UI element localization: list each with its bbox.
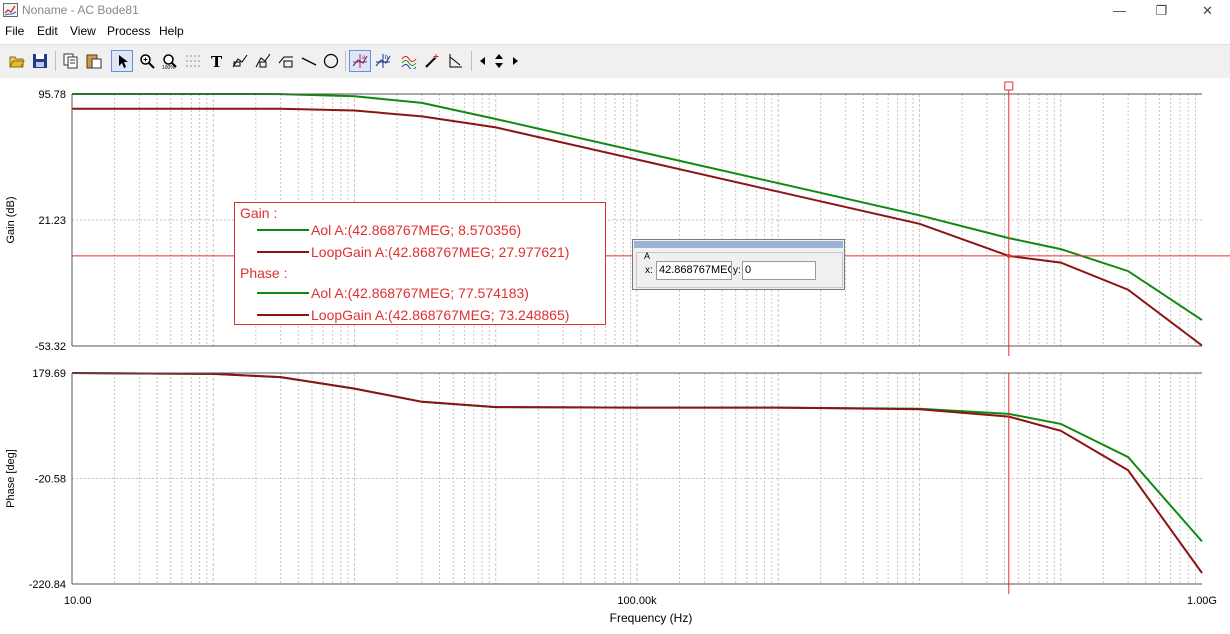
right-arrow-icon[interactable] [507, 50, 521, 72]
label-icon[interactable] [229, 50, 251, 72]
window-title: Noname - AC Bode81 [22, 3, 139, 17]
cursor-y-field[interactable]: 0 [742, 261, 816, 280]
svg-text:T: T [211, 53, 223, 69]
gain-ytick-label: -53.32 [35, 341, 66, 353]
legend-aol-phase-swatch [257, 292, 309, 294]
phase-ytick-label: 179.69 [32, 368, 66, 380]
curves-icon[interactable] [398, 50, 420, 72]
label3-icon[interactable] [275, 50, 297, 72]
circle-icon[interactable] [320, 50, 342, 72]
restore-button[interactable]: ❐ [1139, 0, 1184, 22]
zoom-fit-icon[interactable]: 100% [159, 50, 181, 72]
legend-loop-gain-swatch [257, 251, 309, 253]
updown-icon[interactable] [489, 50, 507, 72]
phase-ytick-label: -20.58 [35, 474, 66, 486]
close-button[interactable]: ✕ [1185, 0, 1230, 22]
bode-plot-svg[interactable]: 95.78 21.23 -53.32 179.69 -20.58 -220.84 10.00… [0, 78, 1230, 629]
menu-view[interactable]: View [70, 24, 96, 38]
left-arrow-icon[interactable] [475, 50, 489, 72]
toolbar-separator [471, 51, 472, 71]
gain-ylabel: Gain (dB) [5, 196, 17, 243]
minimize-button[interactable]: — [1097, 0, 1142, 22]
title-bar: Noname - AC Bode81 — ❐ ✕ [0, 0, 1230, 22]
line-icon[interactable] [298, 50, 320, 72]
legend-box[interactable]: Gain : Aol A:(42.868767MEG; 8.570356) Lo… [234, 202, 606, 325]
legend-aol-gain: Aol A:(42.868767MEG; 8.570356) [311, 222, 522, 238]
open-icon[interactable] [6, 50, 28, 72]
cursor-point [1006, 253, 1011, 258]
toolbar-separator [55, 51, 56, 71]
menu-edit[interactable]: Edit [37, 24, 58, 38]
phase-ylabel: Phase [deg] [5, 449, 17, 508]
legend-aol-gain-swatch [257, 229, 309, 231]
menu-help[interactable]: Help [159, 24, 184, 38]
gain-ytick-label: 95.78 [38, 89, 66, 101]
cursor-box-titlebar[interactable] [634, 241, 843, 248]
legend-gain-header: Gain : [240, 205, 278, 221]
cursor-x-field[interactable]: 42.868767MEG [656, 261, 732, 280]
frequency-xlabel: Frequency (Hz) [610, 611, 693, 625]
legend-loop-gain: LoopGain A:(42.868767MEG; 27.977621) [311, 244, 570, 260]
bode-plot-area[interactable]: 95.78 21.23 -53.32 179.69 -20.58 -220.84 10.00… [0, 78, 1230, 629]
copy-icon[interactable] [60, 50, 82, 72]
toolbar-separator [345, 51, 346, 71]
select-icon[interactable] [111, 50, 133, 72]
legend-loop-phase: LoopGain A:(42.868767MEG; 73.248865) [311, 307, 570, 323]
paste-icon[interactable] [83, 50, 105, 72]
svg-text:100%: 100% [162, 65, 175, 69]
menu-file[interactable]: File [5, 24, 24, 38]
cursor-y-label: y: [733, 265, 741, 276]
cursor-handle [1004, 81, 1014, 91]
grid-icon[interactable] [182, 50, 204, 72]
phase-xtick-label: 1.00G [1187, 595, 1217, 607]
gain-ytick-label: 21.23 [38, 215, 66, 227]
menu-process[interactable]: Process [107, 24, 150, 38]
phase-xtick-label: 100.00k [617, 595, 657, 607]
phase-xtick-label: 10.00 [64, 595, 92, 607]
cursor-b-icon[interactable]: b [372, 50, 394, 72]
menu-bar: File Edit View Process Help [0, 22, 1230, 42]
text-icon[interactable]: T [206, 50, 228, 72]
label2-icon[interactable] [252, 50, 274, 72]
legend-phase-header: Phase : [240, 265, 288, 281]
zoom-icon[interactable] [136, 50, 158, 72]
app-icon [3, 3, 18, 17]
marker-icon[interactable] [445, 50, 467, 72]
toolbar: 100% T a b [0, 44, 1230, 80]
probe-icon[interactable] [421, 50, 443, 72]
legend-loop-phase-swatch [257, 314, 309, 316]
phase-ytick-label: -220.84 [29, 579, 66, 591]
cursor-x-label: x: [645, 265, 653, 276]
cursor-a-icon[interactable]: a [349, 50, 371, 72]
save-icon[interactable] [29, 50, 51, 72]
legend-aol-phase: Aol A:(42.868767MEG; 77.574183) [311, 285, 529, 301]
cursor-a-label: A [644, 251, 651, 261]
cursor-readout-box[interactable]: A x: 42.868767MEG y: 0 [632, 239, 845, 290]
